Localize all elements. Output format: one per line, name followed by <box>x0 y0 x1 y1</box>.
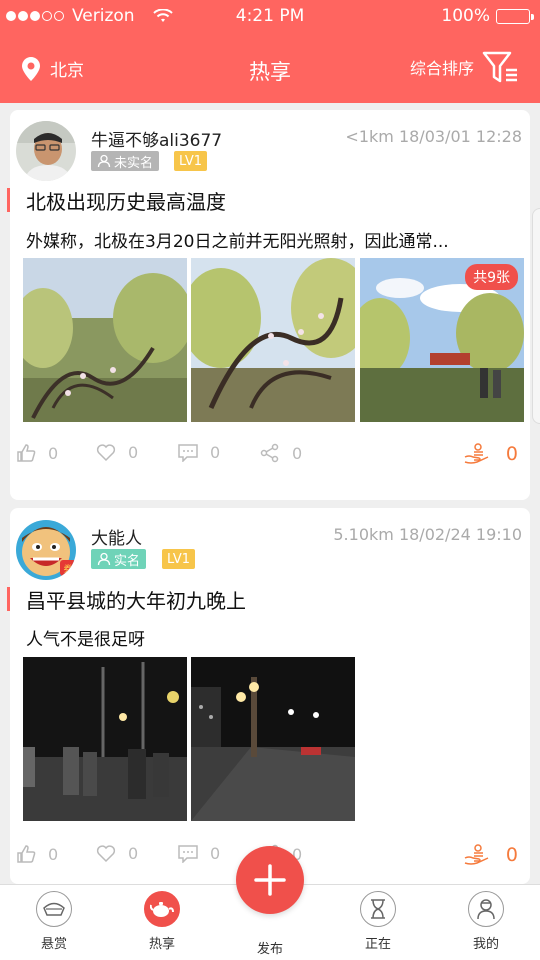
person-outline-icon <box>97 154 111 168</box>
like-button[interactable]: 0 <box>16 844 58 864</box>
verify-label: 未实名 <box>114 155 154 171</box>
post-description[interactable]: 外媒称，北极在3月20日之前并无阳光照射，因此通常... <box>26 227 526 252</box>
battery-percent: 100% <box>441 6 490 26</box>
distance-time: 5.10km 18/02/24 19:10 <box>333 525 522 544</box>
favorite-button[interactable]: 0 <box>96 443 138 462</box>
comment-count: 0 <box>210 443 221 462</box>
post-title[interactable]: 北极出现历史最高温度 <box>26 186 226 215</box>
post-photo[interactable]: 共9张 <box>360 258 524 422</box>
filter-icon <box>482 51 517 83</box>
comment-icon <box>178 844 198 863</box>
verify-badge: 实名 <box>91 549 147 569</box>
svg-text:券: 券 <box>63 563 72 575</box>
reward-count: 0 <box>505 844 518 866</box>
post-card[interactable]: 券 大能人 5.10km 18/02/24 19:10 实名 LV1 昌平县城的… <box>7 508 530 884</box>
share-button[interactable]: 0 <box>260 443 302 463</box>
treasure-icon <box>36 891 72 927</box>
coin-hand-icon <box>464 844 489 865</box>
person-icon <box>468 891 504 927</box>
nav-bar: 北京 热享 综合排序 <box>0 40 540 100</box>
like-count: 0 <box>48 443 59 463</box>
comment-icon <box>178 443 198 462</box>
like-button[interactable]: 0 <box>16 443 58 463</box>
avatar[interactable] <box>16 121 76 181</box>
battery-icon <box>496 8 534 24</box>
verify-label: 实名 <box>114 553 141 569</box>
title-accent <box>7 188 10 212</box>
like-count: 0 <box>48 844 59 864</box>
tab-label: 正在 <box>364 937 391 952</box>
tab-label: 悬赏 <box>40 937 67 952</box>
distance-time: <1km 18/03/01 12:28 <box>345 127 522 146</box>
verify-badge: 未实名 <box>91 151 160 171</box>
level-badge: LV1 <box>162 549 195 569</box>
reward-count: 0 <box>505 443 518 465</box>
battery-status: 100% <box>441 6 534 26</box>
teapot-icon <box>144 891 180 927</box>
header: Verizon 4:21 PM 100% 北京 热享 综合排序 <box>0 0 540 103</box>
tab-now[interactable]: 正在 <box>338 891 418 952</box>
level-badge: LV1 <box>174 151 207 171</box>
status-bar: Verizon 4:21 PM 100% <box>0 0 540 32</box>
action-bar: 0 0 0 0 0 <box>10 443 530 473</box>
publish-label[interactable]: 发布 <box>230 938 310 957</box>
thumbs-up-icon <box>17 845 36 863</box>
avatar[interactable]: 券 <box>16 520 76 580</box>
photo-count-tag: 共9张 <box>465 264 518 290</box>
comment-button[interactable]: 0 <box>178 844 220 863</box>
post-photo[interactable] <box>23 258 187 422</box>
favorite-count: 0 <box>128 443 139 462</box>
tab-label: 热享 <box>148 937 175 952</box>
favorite-count: 0 <box>128 844 139 863</box>
post-card[interactable]: 牛逼不够ali3677 <1km 18/03/01 12:28 未实名 LV1 … <box>7 110 530 500</box>
username[interactable]: 牛逼不够ali3677 <box>91 126 222 151</box>
publish-button[interactable] <box>236 846 304 914</box>
share-icon <box>260 443 279 463</box>
title-accent <box>7 587 10 611</box>
thumbs-up-icon <box>17 444 36 462</box>
favorite-button[interactable]: 0 <box>96 844 138 863</box>
comment-button[interactable]: 0 <box>178 443 220 462</box>
hourglass-icon <box>360 891 396 927</box>
person-outline-icon <box>97 552 111 566</box>
sort-label: 综合排序 <box>409 59 474 78</box>
tab-hot[interactable]: 热享 <box>122 891 202 952</box>
post-photo[interactable] <box>191 258 355 422</box>
share-count: 0 <box>292 443 303 463</box>
post-title[interactable]: 昌平县城的大年初九晚上 <box>26 585 246 614</box>
tab-reward[interactable]: 悬赏 <box>14 891 94 952</box>
sort-button[interactable]: 综合排序 <box>410 50 518 84</box>
comment-count: 0 <box>210 844 221 863</box>
reward-button[interactable]: 0 <box>464 443 518 465</box>
coin-hand-icon <box>464 443 489 464</box>
post-photo[interactable] <box>23 657 187 821</box>
edge-drawer-handle[interactable] <box>532 208 540 424</box>
post-description[interactable]: 人气不是很足呀 <box>26 625 526 650</box>
heart-icon <box>96 844 116 862</box>
reward-button[interactable]: 0 <box>464 844 518 866</box>
username[interactable]: 大能人 <box>91 524 142 549</box>
tab-mine[interactable]: 我的 <box>446 891 526 952</box>
tab-label: 我的 <box>472 937 499 952</box>
heart-icon <box>96 443 116 461</box>
plus-icon <box>254 864 286 896</box>
post-photo[interactable] <box>191 657 355 821</box>
